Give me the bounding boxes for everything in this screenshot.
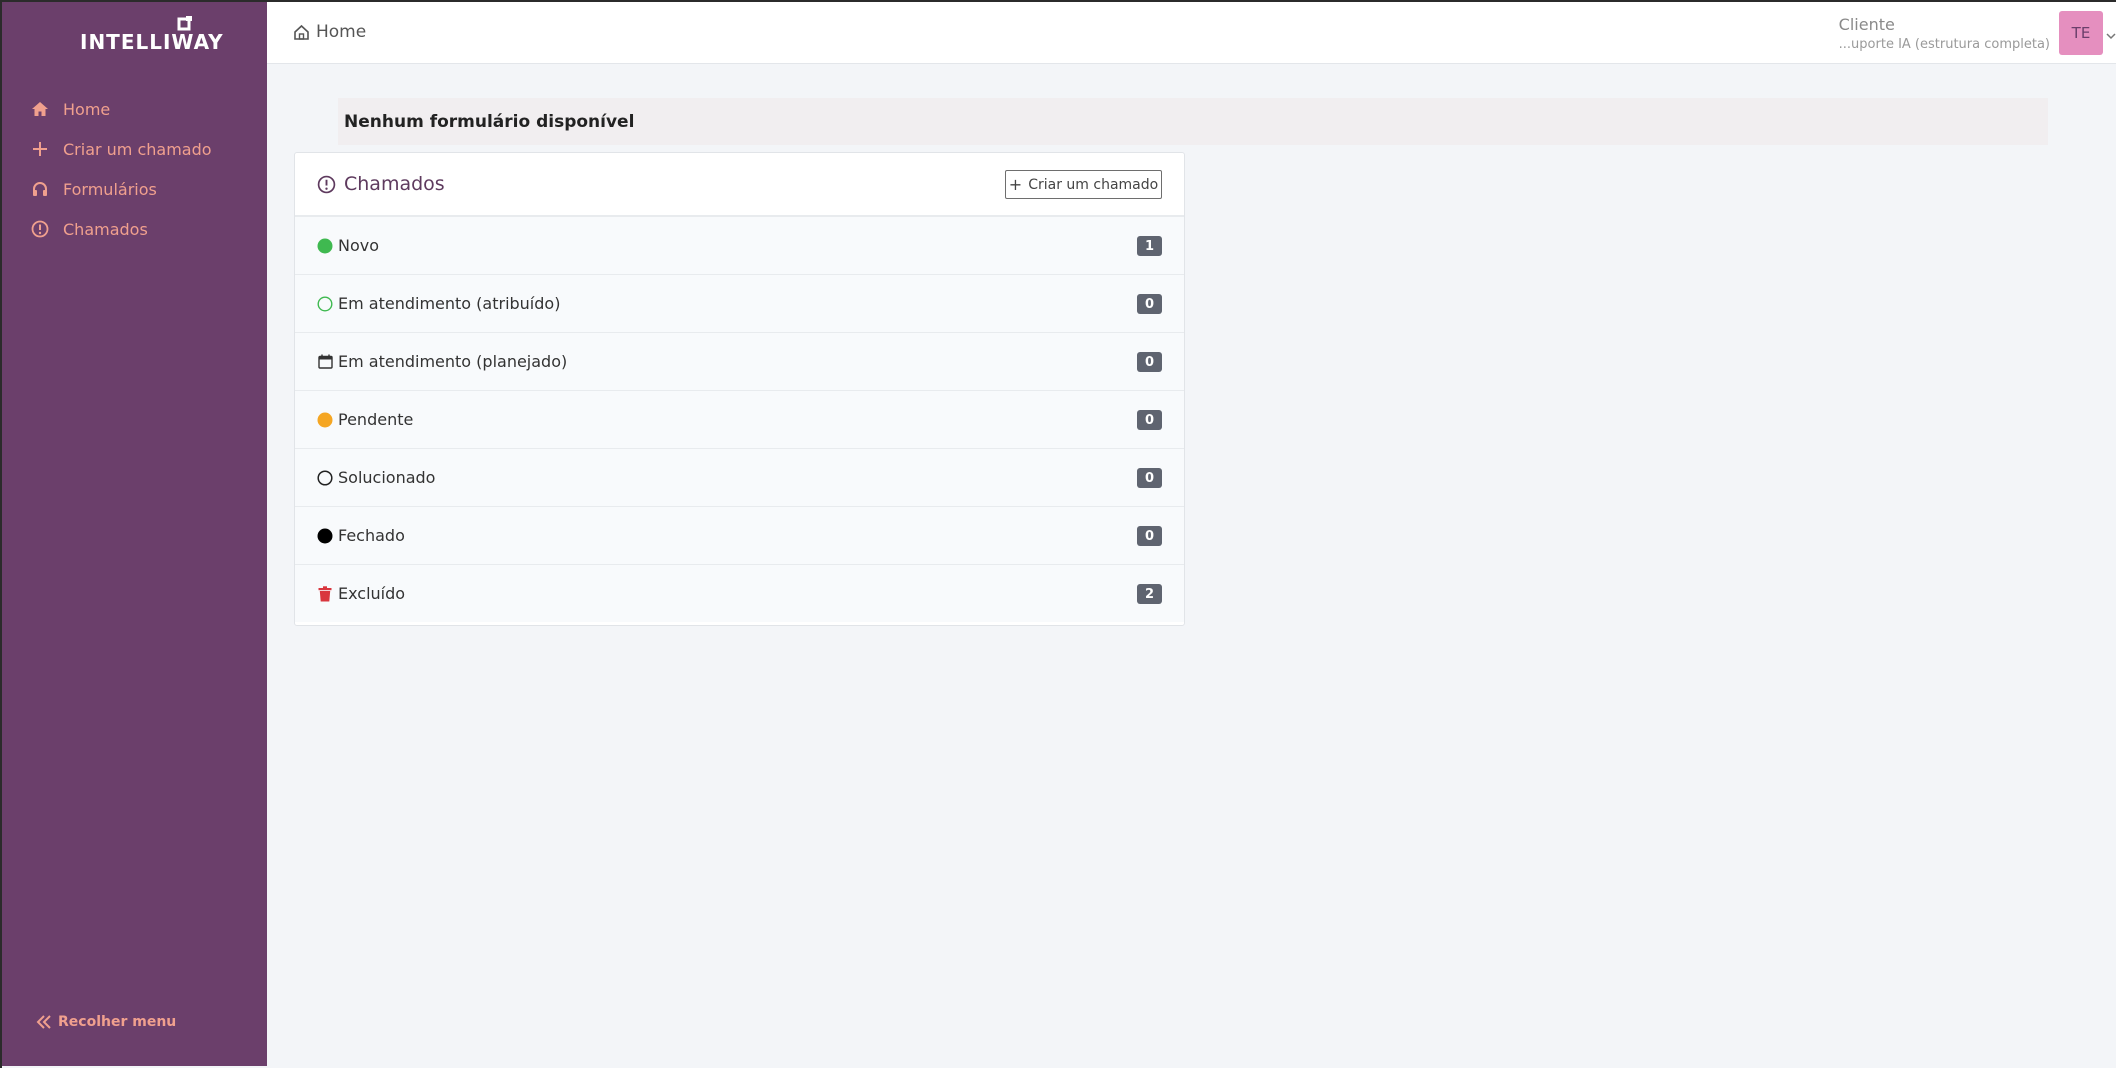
create-ticket-label: Criar um chamado [1028, 176, 1159, 193]
status-label: Excluído [338, 584, 406, 603]
user-role: Cliente [1838, 15, 1895, 34]
breadcrumb[interactable]: Home [293, 22, 366, 42]
trash-icon [316, 585, 334, 603]
avatar[interactable]: TE [2059, 11, 2103, 55]
status-label: Solucionado [338, 468, 436, 487]
plus-icon: + [1008, 174, 1023, 194]
plus-icon [30, 139, 50, 159]
sidebar-item-label: Chamados [63, 219, 148, 239]
user-entity: ...uporte IA (estrutura completa) [1838, 37, 2050, 52]
collapse-menu-label: Recolher menu [58, 1014, 177, 1030]
count-badge: 0 [1137, 468, 1162, 488]
green-outline-circle-icon [316, 295, 334, 313]
status-label: Em atendimento (planejado) [338, 352, 568, 371]
no-forms-notice: Nenhum formulário disponível [338, 98, 2048, 145]
status-label: Novo [338, 236, 380, 255]
alert-circle-icon [317, 175, 336, 194]
status-row-new[interactable]: Novo 1 [295, 216, 1184, 274]
status-row-deleted[interactable]: Excluído 2 [295, 564, 1184, 622]
count-badge: 0 [1137, 294, 1162, 314]
card-title-text: Chamados [344, 173, 445, 195]
count-badge: 1 [1137, 236, 1162, 256]
status-label: Pendente [338, 410, 414, 429]
create-ticket-button[interactable]: + Criar um chamado [1005, 170, 1162, 199]
status-label: Fechado [338, 526, 405, 545]
collapse-menu-button[interactable]: Recolher menu [36, 1014, 176, 1030]
logo[interactable]: INTELLIWAY [76, 16, 223, 56]
count-badge: 0 [1137, 410, 1162, 430]
sidebar-item-label: Criar um chamado [63, 139, 212, 159]
alert-circle-icon [30, 219, 50, 239]
status-label: Em atendimento (atribuído) [338, 294, 561, 313]
home-outline-icon [293, 24, 310, 41]
status-row-closed[interactable]: Fechado 0 [295, 506, 1184, 564]
status-row-planned[interactable]: Em atendimento (planejado) 0 [295, 332, 1184, 390]
count-badge: 2 [1137, 584, 1162, 604]
sidebar: INTELLIWAY Home Criar um chamado Formulá… [2, 2, 267, 1066]
outline-circle-icon [316, 469, 334, 487]
orange-filled-circle-icon [316, 411, 334, 429]
count-badge: 0 [1137, 526, 1162, 546]
sidebar-item-tickets[interactable]: Chamados [30, 214, 148, 244]
card-header: Chamados + Criar um chamado [295, 153, 1184, 216]
sidebar-item-label: Home [63, 99, 111, 119]
breadcrumb-home: Home [316, 22, 367, 42]
card-title: Chamados [317, 173, 445, 195]
headset-icon [30, 179, 50, 199]
sidebar-item-label: Formulários [63, 179, 157, 199]
calendar-icon [316, 353, 334, 371]
sidebar-item-forms[interactable]: Formulários [30, 174, 157, 204]
chevron-down-icon[interactable] [2106, 31, 2116, 41]
sidebar-item-create-ticket[interactable]: Criar um chamado [30, 134, 212, 164]
topbar: Home Cliente ...uporte IA (estrutura com… [267, 2, 2116, 64]
home-icon [30, 99, 50, 119]
double-chevron-left-icon [36, 1014, 52, 1030]
count-badge: 0 [1137, 352, 1162, 372]
user-profile-info[interactable]: Cliente ...uporte IA (estrutura completa… [1839, 15, 2050, 52]
tickets-card: Chamados + Criar um chamado Novo 1 Em at… [294, 152, 1185, 626]
status-row-pending[interactable]: Pendente 0 [295, 390, 1184, 448]
sidebar-item-home[interactable]: Home [30, 94, 110, 124]
status-row-solved[interactable]: Solucionado 0 [295, 448, 1184, 506]
green-filled-circle-icon [316, 237, 334, 255]
black-filled-circle-icon [316, 527, 334, 545]
status-row-assigned[interactable]: Em atendimento (atribuído) 0 [295, 274, 1184, 332]
logo-text: INTELLIWAY [80, 30, 224, 54]
